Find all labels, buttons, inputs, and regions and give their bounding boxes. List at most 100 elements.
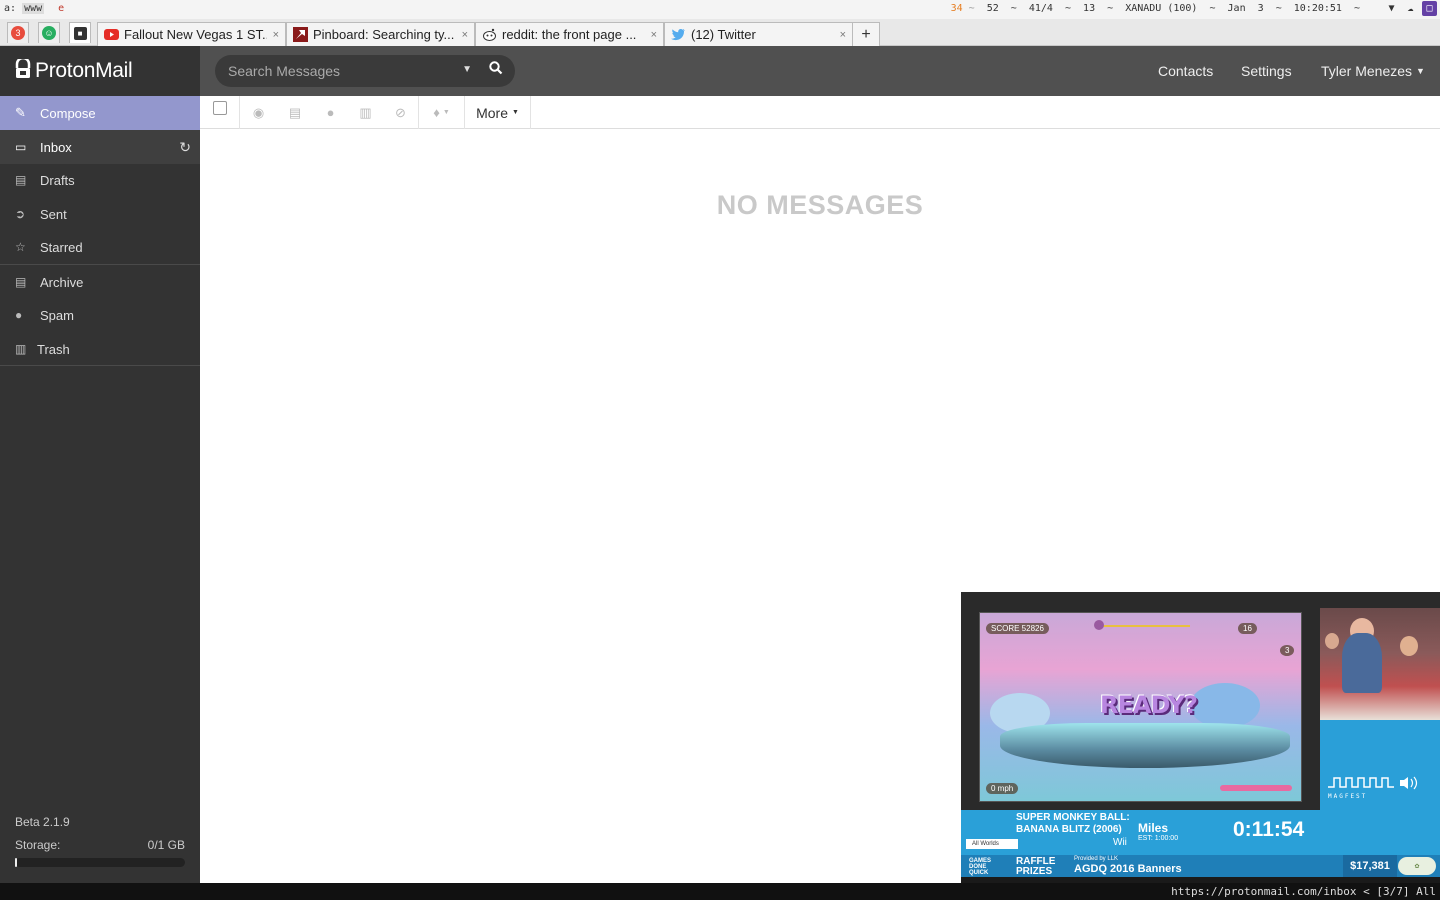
trash-button[interactable]: ▥ bbox=[348, 96, 383, 129]
person-head bbox=[1325, 633, 1339, 649]
person-body bbox=[1342, 633, 1382, 693]
archive-button[interactable]: ▤ bbox=[277, 96, 313, 129]
more-label: More bbox=[476, 104, 508, 121]
gdq-line: QUICK bbox=[969, 870, 989, 876]
storage-progress-fill bbox=[15, 858, 17, 867]
search-options-caret-icon[interactable]: ▼ bbox=[462, 64, 472, 75]
system-status-bar: a: www e 34 ~ 52 ~ 41/4 ~ 13 ~ XANADU (1… bbox=[0, 0, 1440, 19]
search-input[interactable]: Search Messages ▼ bbox=[215, 55, 515, 87]
download-icon[interactable]: ▼ bbox=[1384, 1, 1399, 16]
empty-state-text: NO MESSAGES bbox=[716, 190, 924, 220]
sidebar-item-label: Drafts bbox=[40, 172, 75, 188]
select-all-wrapper bbox=[200, 96, 240, 129]
game-cloud bbox=[1190, 683, 1260, 728]
pinned-tab-hangouts[interactable]: ☺ bbox=[38, 22, 60, 43]
run-timer: 0:11:54 bbox=[1233, 818, 1305, 841]
user-menu[interactable]: Tyler Menezes ▼ bbox=[1321, 46, 1425, 96]
storage-value: 0/1 GB bbox=[147, 838, 185, 852]
tab-close-icon[interactable]: × bbox=[840, 29, 846, 41]
sidebar-item-starred[interactable]: ☆ Starred bbox=[0, 230, 200, 264]
more-button[interactable]: More ▼ bbox=[465, 96, 531, 129]
game-island bbox=[1000, 723, 1290, 768]
pinboard-icon bbox=[293, 27, 308, 42]
nav-contacts[interactable]: Contacts bbox=[1158, 46, 1213, 96]
app-header: ProtonMail Search Messages ▼ Contacts Se… bbox=[0, 46, 1440, 96]
sidebar-divider bbox=[0, 365, 200, 366]
status-url: https://protonmail.com/inbox < [3/7] All bbox=[1171, 885, 1436, 898]
sidebar: ✎ Compose ▭ Inbox ↻ ▤ Drafts ➲ Sent ☆ St… bbox=[0, 96, 200, 883]
lock-icon: ■ bbox=[73, 26, 87, 40]
tab-pinboard[interactable]: Pinboard: Searching ty... × bbox=[286, 22, 475, 46]
spam-button[interactable]: ● bbox=[313, 96, 348, 129]
sidebar-item-label: Sent bbox=[40, 206, 67, 222]
select-all-checkbox[interactable] bbox=[213, 101, 227, 115]
ready-text: READY? bbox=[1100, 691, 1198, 719]
nav-settings[interactable]: Settings bbox=[1241, 46, 1292, 96]
trash-icon: ▥ bbox=[359, 104, 372, 120]
system-tray: ▼ ☁ □ bbox=[1384, 1, 1437, 16]
pinned-tab-1[interactable]: 3 bbox=[7, 22, 29, 43]
ticker-text: AGDQ 2016 Banners bbox=[1074, 863, 1182, 875]
hud-lives: 3 bbox=[1280, 645, 1295, 656]
fire-icon: ● bbox=[326, 105, 335, 120]
compose-label: Compose bbox=[40, 105, 96, 121]
sidebar-item-archive[interactable]: ▤ Archive bbox=[0, 265, 200, 299]
workspace-e[interactable]: e bbox=[58, 3, 64, 14]
sidebar-item-trash[interactable]: ▥ Trash bbox=[0, 332, 200, 366]
label-button[interactable]: ♦ ▼ bbox=[419, 96, 465, 129]
workspace-active[interactable]: www bbox=[22, 3, 45, 14]
tab-close-icon[interactable]: × bbox=[651, 29, 657, 41]
game-feed: READY? SCORE 52826 16 3 0 mph bbox=[979, 612, 1302, 802]
tab-youtube[interactable]: Fallout New Vegas 1 ST... × bbox=[97, 22, 286, 46]
runner-name: Miles bbox=[1138, 821, 1169, 835]
tab-close-icon[interactable]: × bbox=[462, 29, 468, 41]
system-stats: 34 ~ 52 ~ 41/4 ~ 13 ~ XANADU (100) ~ Jan… bbox=[951, 3, 1360, 14]
run-estimate: EST: 1:00:00 bbox=[1138, 835, 1179, 842]
mark-read-button[interactable]: ◉ bbox=[240, 96, 277, 129]
progress-track bbox=[1100, 625, 1190, 627]
inbox-icon: ▭ bbox=[15, 140, 27, 154]
storage-progress-bar bbox=[15, 858, 185, 867]
protonmail-logo[interactable]: ProtonMail bbox=[0, 46, 200, 96]
youtube-icon bbox=[104, 27, 119, 42]
video-stream-overlay[interactable]: READY? SCORE 52826 16 3 0 mph MAGFEST SU… bbox=[961, 592, 1440, 890]
refresh-icon[interactable]: ↻ bbox=[179, 139, 191, 156]
sidebar-item-sent[interactable]: ➲ Sent bbox=[0, 197, 200, 231]
browser-tab-bar: 3 ☺ ■ Fallout New Vegas 1 ST... × Pinboa… bbox=[0, 19, 1440, 46]
proton-logo-icon bbox=[15, 56, 31, 84]
new-tab-button[interactable]: + bbox=[852, 22, 880, 46]
sidebar-item-drafts[interactable]: ▤ Drafts bbox=[0, 163, 200, 197]
twitch-icon[interactable]: □ bbox=[1422, 1, 1437, 16]
tab-title: reddit: the front page ... bbox=[502, 27, 637, 42]
raffle-label: RAFFLE PRIZES bbox=[1016, 857, 1055, 877]
sidebar-item-label: Trash bbox=[37, 341, 70, 357]
sidebar-item-spam[interactable]: ● Spam bbox=[0, 298, 200, 332]
version-label: Beta 2.1.9 bbox=[15, 815, 70, 829]
tab-close-icon[interactable]: × bbox=[273, 29, 279, 41]
trash-icon: ▥ bbox=[15, 342, 27, 356]
chevron-down-icon: ▼ bbox=[442, 109, 450, 116]
platform: Wii bbox=[1113, 837, 1127, 848]
search-icon[interactable] bbox=[489, 61, 503, 79]
star-icon: ☆ bbox=[15, 240, 26, 254]
hangouts-icon: ☺ bbox=[42, 26, 56, 40]
stat-cpu: 34 bbox=[950, 3, 963, 14]
cloud-icon[interactable]: ☁ bbox=[1403, 1, 1418, 16]
sidebar-item-label: Starred bbox=[40, 239, 83, 255]
eye-slash-icon: ⊘ bbox=[395, 104, 406, 120]
fire-icon: ● bbox=[15, 308, 23, 322]
chevron-down-icon: ▼ bbox=[511, 109, 519, 116]
sidebar-item-label: Spam bbox=[40, 307, 74, 323]
tab-reddit[interactable]: reddit: the front page ... × bbox=[475, 22, 664, 46]
pinned-tab-protonmail[interactable]: ■ bbox=[69, 22, 91, 43]
mark-unread-button[interactable]: ⊘ bbox=[383, 96, 419, 129]
storage-label: Storage: bbox=[15, 838, 61, 852]
browser-status-bar: https://protonmail.com/inbox < [3/7] All bbox=[0, 883, 1440, 900]
compose-button[interactable]: ✎ Compose bbox=[0, 96, 200, 130]
run-info-bar: SUPER MONKEY BALL: BANANA BLITZ (2006) A… bbox=[961, 810, 1440, 855]
tab-twitter[interactable]: (12) Twitter × bbox=[664, 22, 853, 46]
run-category: All Worlds bbox=[966, 839, 1018, 849]
archive-icon: ▤ bbox=[288, 104, 302, 120]
gdq-logo: GAMES DONE QUICK bbox=[969, 858, 991, 876]
sidebar-item-inbox[interactable]: ▭ Inbox ↻ bbox=[0, 130, 200, 164]
